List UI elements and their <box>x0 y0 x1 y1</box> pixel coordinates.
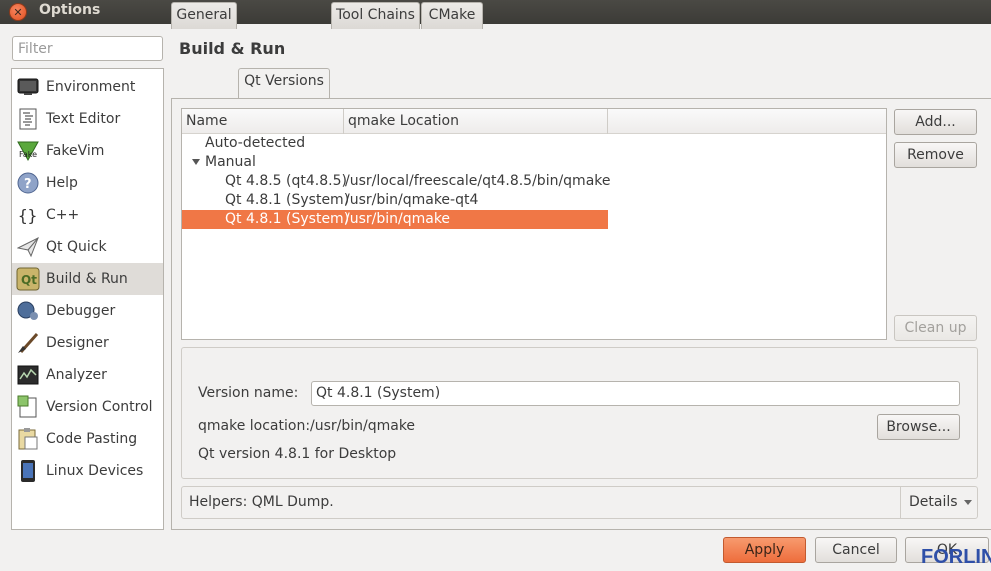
paper-plane-icon <box>16 235 40 259</box>
sidebar-item-label: Environment <box>46 79 136 95</box>
sidebar-item-label: Analyzer <box>46 367 107 383</box>
table-row-selected[interactable]: Qt 4.8.1 (System) /usr/bin/qmake <box>182 210 608 229</box>
sidebar-item-label: Designer <box>46 335 109 351</box>
svg-text:Fake: Fake <box>19 150 37 159</box>
qmake-location-value: /usr/bin/qmake <box>310 418 416 434</box>
sidebar-item-code-pasting[interactable]: Code Pasting <box>12 423 163 455</box>
forlinx-watermark: FORLINX <box>921 546 991 568</box>
sidebar-item-label: Debugger <box>46 303 116 319</box>
svg-text:Qt: Qt <box>21 273 37 287</box>
qt-version-name: Qt 4.8.1 (System) <box>225 211 350 227</box>
column-header-qmake-location[interactable]: qmake Location <box>344 109 608 134</box>
sidebar-item-text-editor[interactable]: Text Editor <box>12 103 163 135</box>
svg-text:{}: {} <box>18 206 37 225</box>
sidebar-item-cpp[interactable]: {} C++ <box>12 199 163 231</box>
sidebar-item-label: C++ <box>46 207 80 223</box>
sidebar-item-label: Text Editor <box>46 111 121 127</box>
sidebar-item-debugger[interactable]: Debugger <box>12 295 163 327</box>
version-control-icon <box>16 395 40 419</box>
details-dropdown-button[interactable]: Details <box>900 487 977 518</box>
remove-button[interactable]: Remove <box>894 142 977 168</box>
analyzer-icon <box>16 363 40 387</box>
tab-qt-versions[interactable]: Qt Versions <box>238 68 330 98</box>
fakevim-icon: Fake <box>16 139 40 163</box>
sidebar-item-label: Linux Devices <box>46 463 144 479</box>
version-name-input[interactable]: Qt 4.8.1 (System) <box>311 381 960 406</box>
close-icon[interactable]: ✕ <box>9 3 27 21</box>
column-header-name[interactable]: Name <box>182 109 344 134</box>
page-title: Build & Run <box>179 39 286 58</box>
apply-button[interactable]: Apply <box>723 537 806 563</box>
code-pasting-icon <box>16 427 40 451</box>
title-bar: ✕ Options <box>0 0 991 24</box>
sidebar-item-label: Code Pasting <box>46 431 138 447</box>
qmake-location: /usr/local/freescale/qt4.8.5/bin/qmake <box>345 173 611 189</box>
qmake-location: /usr/bin/qmake-qt4 <box>345 192 479 208</box>
clean-up-button[interactable]: Clean up <box>894 315 977 341</box>
monitor-icon <box>16 75 40 99</box>
add-button[interactable]: Add... <box>894 109 977 135</box>
sidebar-item-version-control[interactable]: Version Control <box>12 391 163 423</box>
table-row[interactable]: Qt 4.8.1 (System) /usr/bin/qmake-qt4 <box>182 191 608 210</box>
sidebar-item-build-run[interactable]: Qt Build & Run <box>12 263 163 295</box>
details-label: Details <box>909 494 958 510</box>
help-icon: ? <box>16 171 40 195</box>
tab-general[interactable]: General <box>171 2 237 29</box>
qmake-location-label: qmake location: <box>198 418 311 434</box>
version-name-label: Version name: <box>198 385 299 401</box>
sidebar-item-label: Help <box>46 175 78 191</box>
sidebar-item-fakevim[interactable]: Fake FakeVim <box>12 135 163 167</box>
cpp-braces-icon: {} <box>16 203 40 227</box>
tree-header: Name qmake Location <box>182 109 886 134</box>
sidebar-item-analyzer[interactable]: Analyzer <box>12 359 163 391</box>
window-title: Options <box>39 2 101 18</box>
designer-brush-icon <box>16 331 40 355</box>
text-editor-icon <box>16 107 40 131</box>
filter-input[interactable] <box>12 36 163 61</box>
sidebar-item-linux-devices[interactable]: Linux Devices <box>12 455 163 487</box>
sidebar-item-label: Qt Quick <box>46 239 107 255</box>
sidebar-item-qt-quick[interactable]: Qt Quick <box>12 231 163 263</box>
sidebar-item-label: FakeVim <box>46 143 105 159</box>
tab-cmake[interactable]: CMake <box>421 2 483 29</box>
options-category-list: Environment Text Editor Fake FakeVim ? H… <box>11 68 164 530</box>
cancel-button[interactable]: Cancel <box>815 537 897 563</box>
sidebar-item-label: Build & Run <box>46 271 128 287</box>
qmake-location: /usr/bin/qmake <box>345 211 451 227</box>
qt-version-name: Qt 4.8.1 (System) <box>225 192 350 208</box>
qt-version-name: Qt 4.8.5 (qt4.8.5) <box>225 173 347 189</box>
table-row[interactable]: Qt 4.8.5 (qt4.8.5) /usr/local/freescale/… <box>182 172 611 191</box>
sidebar-item-label: Version Control <box>46 399 153 415</box>
sidebar-item-designer[interactable]: Designer <box>12 327 163 359</box>
debugger-icon <box>16 299 40 323</box>
qt-version-info: Qt version 4.8.1 for Desktop <box>198 446 397 462</box>
sidebar-item-help[interactable]: ? Help <box>12 167 163 199</box>
helpers-status: Helpers: QML Dump. <box>189 494 334 510</box>
chevron-down-icon <box>963 499 972 505</box>
qt-versions-tree[interactable]: Name qmake Location Auto-detected Manual… <box>181 108 887 340</box>
sidebar-item-environment[interactable]: Environment <box>12 71 163 103</box>
tree-group-manual[interactable]: Manual <box>182 153 608 172</box>
device-icon <box>16 459 40 483</box>
tab-tool-chains[interactable]: Tool Chains <box>331 2 420 29</box>
browse-button[interactable]: Browse... <box>877 414 960 440</box>
tree-group-auto-detected[interactable]: Auto-detected <box>182 134 608 153</box>
svg-text:?: ? <box>24 177 32 192</box>
helpers-bar: Helpers: QML Dump. <box>181 486 978 519</box>
expand-arrow-icon[interactable] <box>192 159 200 165</box>
qt-build-icon: Qt <box>16 267 40 291</box>
